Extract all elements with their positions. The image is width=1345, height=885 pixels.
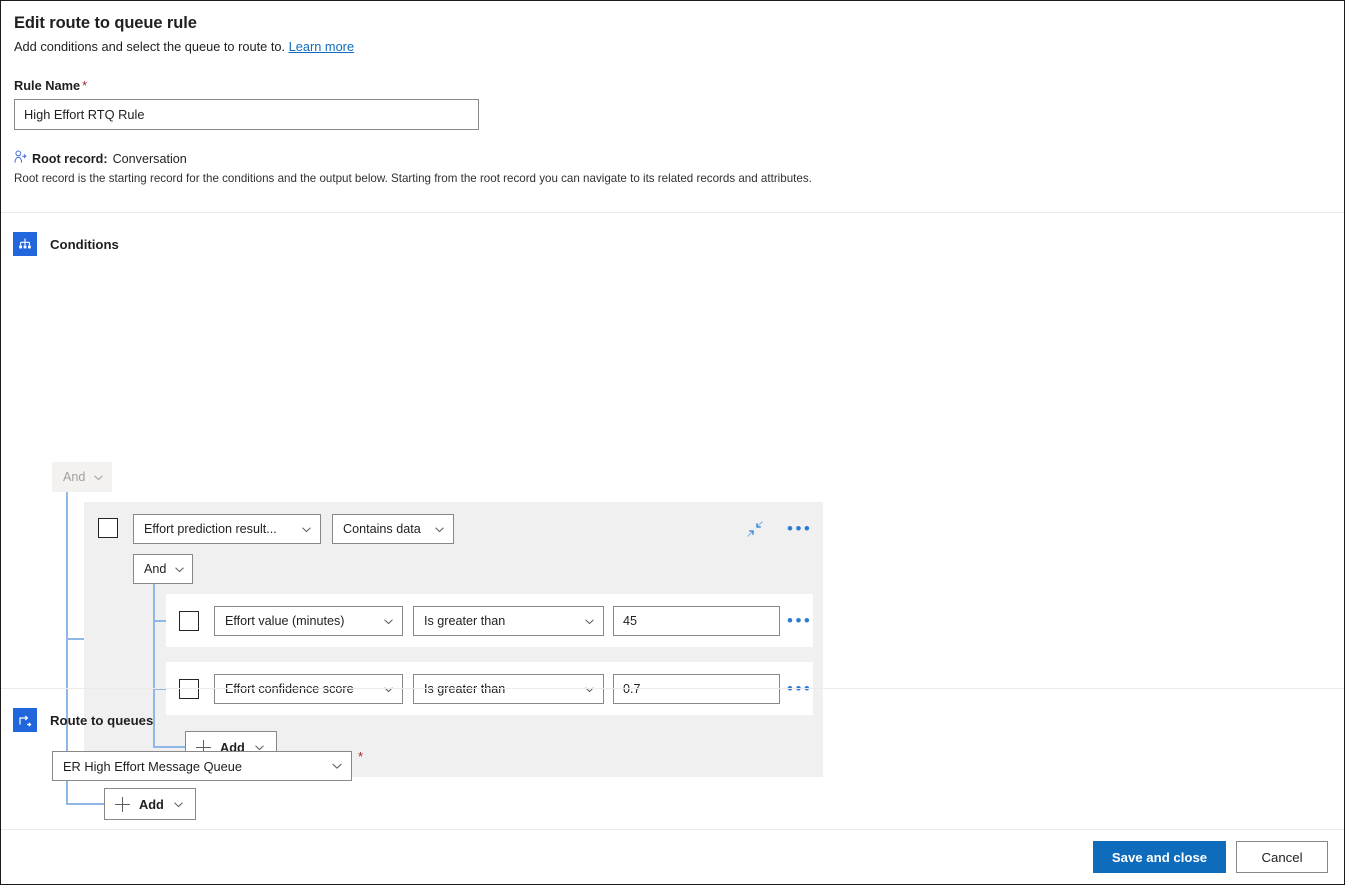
group-operator-dropdown[interactable]: Contains data: [332, 514, 454, 544]
group-collapse-button[interactable]: [746, 520, 764, 543]
group-attribute-dropdown[interactable]: Effort prediction result...: [133, 514, 321, 544]
conditions-branch-icon: [13, 232, 37, 256]
root-record-value: Conversation: [112, 151, 187, 166]
rule-name-required-marker: *: [82, 78, 88, 93]
cancel-button[interactable]: Cancel: [1236, 841, 1328, 873]
condition-row-overflow-menu[interactable]: •••: [787, 612, 812, 629]
condition-attribute-value: Effort value (minutes): [225, 614, 345, 628]
page-title: Edit route to queue rule: [14, 14, 197, 32]
add-condition-label: Add: [139, 796, 164, 812]
divider-above-route: [1, 688, 1344, 689]
root-record: Root record: Conversation: [14, 150, 1344, 167]
condition-operator-dropdown[interactable]: Is greater than: [413, 606, 604, 636]
chevron-down-icon: [585, 686, 594, 692]
connector-outer-to-group: [66, 638, 84, 640]
queue-selector-wrap: ER High Effort Message Queue *: [52, 749, 364, 781]
rule-name-label: Rule Name *: [14, 78, 1344, 93]
conditions-section-title: Conditions: [50, 236, 119, 252]
queue-dropdown-value: ER High Effort Message Queue: [63, 758, 243, 774]
dialog-footer: Save and close Cancel: [1, 829, 1344, 884]
collapse-icon: [747, 521, 763, 537]
chevron-down-icon: [302, 526, 311, 532]
condition-value-input[interactable]: [613, 606, 780, 636]
condition-attribute-dropdown[interactable]: Effort value (minutes): [214, 606, 403, 636]
person-record-icon: [14, 150, 27, 167]
edit-route-to-queue-rule-dialog: Edit route to queue rule Add conditions …: [0, 0, 1345, 885]
condition-operator-dropdown[interactable]: Is greater than: [413, 674, 604, 704]
dialog-header: Edit route to queue rule Add conditions …: [1, 1, 1344, 56]
connector-outer-to-add: [66, 803, 104, 805]
root-record-label: Root record:: [32, 151, 108, 166]
rule-name-label-text: Rule Name: [14, 78, 81, 93]
condition-attribute-dropdown[interactable]: Effort confidence score: [214, 674, 403, 704]
inner-logical-operator-value: And: [144, 562, 167, 576]
condition-row-overflow-menu[interactable]: •••: [787, 680, 812, 697]
route-arrow-icon: [13, 708, 37, 732]
queue-dropdown[interactable]: ER High Effort Message Queue: [52, 751, 352, 781]
route-to-queues-title: Route to queues: [50, 712, 154, 728]
condition-operator-value: Is greater than: [424, 682, 506, 696]
rule-name-input[interactable]: [14, 99, 479, 130]
chevron-down-icon: [585, 618, 594, 624]
plus-icon: [115, 796, 130, 812]
queue-required-marker: *: [358, 749, 364, 764]
condition-operator-value: Is greater than: [424, 614, 506, 628]
add-condition-button[interactable]: Add: [104, 788, 196, 820]
chevron-down-icon: [94, 474, 104, 480]
outer-logical-operator-dropdown[interactable]: And: [52, 462, 112, 492]
group-overflow-menu[interactable]: •••: [787, 520, 812, 537]
chevron-down-icon: [174, 801, 183, 807]
chevron-down-icon: [384, 618, 393, 624]
chevron-down-icon: [435, 526, 444, 532]
group-operator-value: Contains data: [343, 522, 421, 536]
conditions-section-header: Conditions: [1, 232, 119, 256]
group-row-checkbox[interactable]: [98, 518, 118, 538]
outer-logical-operator-value: And: [63, 470, 86, 484]
condition-row-checkbox[interactable]: [179, 611, 199, 631]
connector-inner-to-add: [153, 746, 185, 748]
page-subtitle: Add conditions and select the queue to r…: [14, 37, 1344, 56]
page-subtitle-text: Add conditions and select the queue to r…: [14, 39, 286, 54]
learn-more-link[interactable]: Learn more: [289, 39, 354, 54]
divider-above-conditions: [1, 212, 1344, 213]
condition-row-checkbox[interactable]: [179, 679, 199, 699]
chevron-down-icon: [384, 686, 393, 692]
root-record-description: Root record is the starting record for t…: [14, 172, 812, 185]
chevron-down-icon: [175, 566, 185, 572]
route-to-queues-section-header: Route to queues: [1, 708, 153, 732]
save-and-close-button[interactable]: Save and close: [1093, 841, 1226, 873]
chevron-down-icon: [332, 763, 342, 769]
inner-logical-operator-dropdown[interactable]: And: [133, 554, 193, 584]
group-attribute-value: Effort prediction result...: [144, 522, 277, 536]
condition-attribute-value: Effort confidence score: [225, 682, 354, 696]
condition-value-input[interactable]: [613, 674, 780, 704]
